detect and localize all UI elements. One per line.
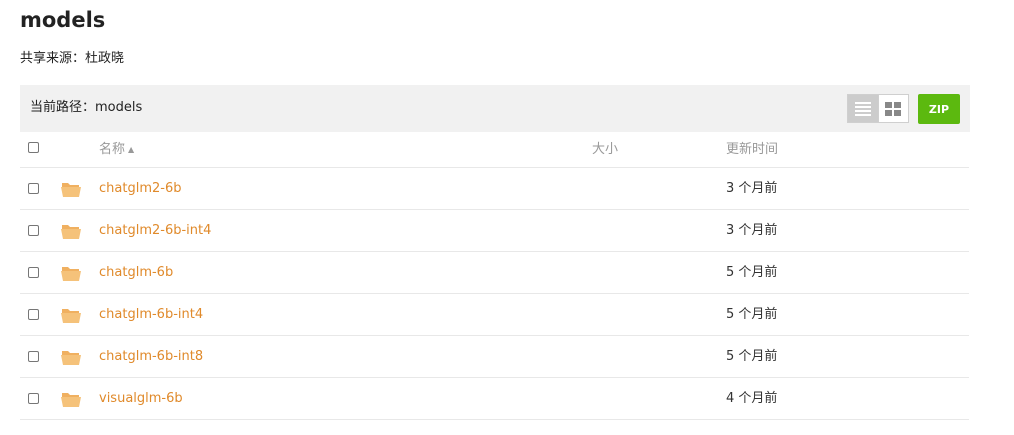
current-path-value: models <box>95 100 143 115</box>
updated-time: 3 个月前 <box>726 223 778 238</box>
sort-ascending-icon: ▲ <box>128 145 135 154</box>
name-column-header[interactable]: 名称 ▲ <box>99 141 134 159</box>
page-title: models <box>20 8 106 32</box>
folder-open-icon <box>61 267 81 281</box>
view-toggle <box>847 94 909 123</box>
folder-name-link[interactable]: chatglm2-6b <box>99 180 181 198</box>
table-header: 名称 ▲ 大小 更新时间 <box>20 132 969 168</box>
table-row: chatglm-6b 5 个月前 <box>20 252 969 294</box>
updated-time: 4 个月前 <box>726 391 778 406</box>
table-row: chatglm-6b-int4 5 个月前 <box>20 294 969 336</box>
folder-open-icon <box>61 309 81 323</box>
current-path: 当前路径：models <box>30 98 142 118</box>
table-row: chatglm2-6b 3 个月前 <box>20 168 969 210</box>
file-table: 名称 ▲ 大小 更新时间 chatglm2-6b 3 个月前 chatglm2-6… <box>20 132 969 420</box>
updated-time: 5 个月前 <box>726 265 778 280</box>
grid-view-button[interactable] <box>877 95 909 122</box>
folder-name-link[interactable]: chatglm-6b <box>99 264 173 282</box>
updated-time: 5 个月前 <box>726 307 778 322</box>
share-source-label: 共享来源： <box>20 51 86 66</box>
folder-name-link[interactable]: chatglm-6b-int8 <box>99 348 203 366</box>
row-checkbox[interactable] <box>28 351 39 362</box>
share-source-owner: 杜政晓 <box>85 51 125 66</box>
time-column-header: 更新时间 <box>726 142 779 157</box>
row-checkbox[interactable] <box>28 225 39 236</box>
folder-name-link[interactable]: chatglm2-6b-int4 <box>99 222 211 240</box>
current-path-label: 当前路径： <box>30 100 96 115</box>
file-browser-page: models 共享来源：杜政晓 当前路径：models ZIP 名称 ▲ 大小 … <box>0 0 1014 435</box>
row-checkbox[interactable] <box>28 267 39 278</box>
updated-time: 3 个月前 <box>726 181 778 196</box>
list-icon <box>854 101 871 116</box>
table-row: chatglm2-6b-int4 3 个月前 <box>20 210 969 252</box>
table-row: chatglm-6b-int8 5 个月前 <box>20 336 969 378</box>
size-column-header: 大小 <box>592 142 619 157</box>
share-source: 共享来源：杜政晓 <box>20 49 124 69</box>
grid-icon <box>885 101 902 116</box>
updated-time: 5 个月前 <box>726 349 778 364</box>
select-all-checkbox[interactable] <box>28 142 39 153</box>
name-column-label: 名称 <box>99 142 126 157</box>
folder-name-link[interactable]: visualglm-6b <box>99 390 183 408</box>
table-row: visualglm-6b 4 个月前 <box>20 378 969 420</box>
path-toolbar: 当前路径：models ZIP <box>20 85 970 132</box>
folder-open-icon <box>61 225 81 239</box>
folder-open-icon <box>61 183 81 197</box>
folder-open-icon <box>61 393 81 407</box>
list-view-button[interactable] <box>848 95 878 122</box>
row-checkbox[interactable] <box>28 183 39 194</box>
row-checkbox[interactable] <box>28 393 39 404</box>
folder-name-link[interactable]: chatglm-6b-int4 <box>99 306 203 324</box>
folder-open-icon <box>61 351 81 365</box>
row-checkbox[interactable] <box>28 309 39 320</box>
zip-download-button[interactable]: ZIP <box>918 94 960 124</box>
